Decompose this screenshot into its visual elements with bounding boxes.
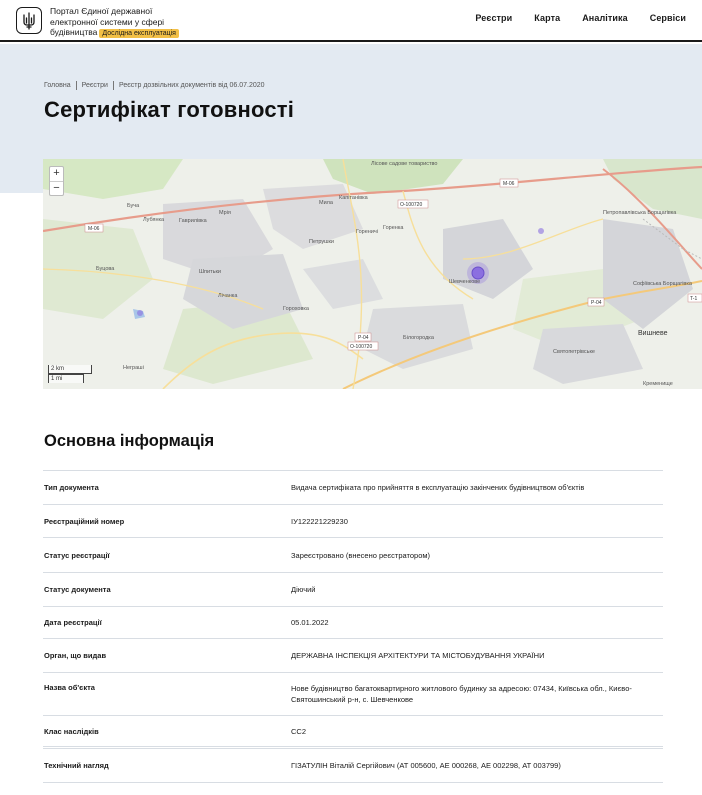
svg-text:Кременище: Кременище <box>643 381 673 387</box>
svg-text:M-06: M-06 <box>88 226 100 232</box>
breadcrumb-current[interactable]: Реєстр дозвільних документів від 06.07.2… <box>119 82 265 89</box>
portal-brand[interactable]: Портал Єдиної державної електронної сист… <box>50 6 220 38</box>
location-marker <box>471 266 485 280</box>
row-value: ІУ122221229230 <box>291 516 348 526</box>
table-row: Технічний нагляд ГІЗАТУЛІН Віталій Сергі… <box>43 749 663 783</box>
svg-text:Білогородка: Білогородка <box>403 335 435 341</box>
breadcrumb-separator <box>75 81 77 90</box>
table-row: Орган, що видав ДЕРЖАВНА ІНСПЕКЦІЯ АРХІТ… <box>43 639 663 673</box>
scale-mi: 1 mi <box>48 374 84 383</box>
svg-text:Лісове садове товариство: Лісове садове товариство <box>371 161 437 167</box>
row-value: ГІЗАТУЛІН Віталій Сергійович (АТ 005600,… <box>291 761 561 770</box>
main-nav: Реєстри Карта Аналітика Сервіси <box>475 13 686 23</box>
row-value: ДЕРЖАВНА ІНСПЕКЦІЯ АРХІТЕКТУРИ ТА МІСТОБ… <box>291 651 545 660</box>
svg-text:Гореничі: Гореничі <box>356 229 378 235</box>
row-key: Реєстраційний номер <box>44 516 125 526</box>
svg-text:Мрія: Мрія <box>219 210 231 216</box>
nav-map[interactable]: Карта <box>534 13 560 23</box>
breadcrumb: Головна Реєстри Реєстр дозвільних докуме… <box>44 81 265 90</box>
svg-text:Святопетрівське: Святопетрівське <box>553 349 595 355</box>
svg-text:Софіївська Борщагівка: Софіївська Борщагівка <box>633 281 693 287</box>
section-title: Основна інформація <box>44 432 215 450</box>
svg-text:Горенка: Горенка <box>383 225 404 231</box>
zoom-in-button[interactable]: + <box>50 167 63 181</box>
svg-text:Лубянка: Лубянка <box>143 217 165 223</box>
nav-services[interactable]: Сервіси <box>650 13 686 23</box>
row-key: Статус документа <box>44 585 111 594</box>
map-scale: 2 km 1 mi <box>48 365 92 383</box>
row-key: Клас наслідків <box>44 726 99 736</box>
table-row: Назва об'єкта Нове будівництво багатоква… <box>43 673 663 716</box>
svg-text:Неграші: Неграші <box>123 365 144 371</box>
row-value: СС2 <box>291 726 307 736</box>
row-value: 05.01.2022 <box>291 618 329 627</box>
svg-text:Буцова: Буцова <box>96 266 115 272</box>
table-row: Реєстраційний номер ІУ122221229230 <box>43 505 663 538</box>
location-map[interactable]: Буча Лубянка Гаврилівка Мрія Мила Капіта… <box>43 159 702 389</box>
row-key: Тип документа <box>44 483 99 492</box>
svg-text:Вишневе: Вишневе <box>638 330 668 337</box>
svg-text:Гаврилівка: Гаврилівка <box>179 218 208 224</box>
nav-analytics[interactable]: Аналітика <box>582 13 628 23</box>
map-canvas[interactable]: Буча Лубянка Гаврилівка Мрія Мила Капіта… <box>43 159 702 389</box>
svg-text:Шпитьки: Шпитьки <box>199 269 221 275</box>
site-header: Портал Єдиної державної електронної сист… <box>0 0 702 42</box>
beta-badge: Дослідна експлуатація <box>99 29 179 38</box>
brand-line-2: електронної системи у сфері <box>50 16 165 27</box>
svg-text:O-100720: O-100720 <box>350 344 372 350</box>
svg-text:Мила: Мила <box>319 200 334 206</box>
row-key: Технічний нагляд <box>44 761 109 770</box>
scale-km: 2 km <box>48 365 92 374</box>
row-value: Зареєстровано (внесено реєстратором) <box>291 550 431 560</box>
breadcrumb-registries[interactable]: Реєстри <box>82 82 108 89</box>
trident-logo-icon[interactable] <box>16 7 42 34</box>
row-key: Орган, що видав <box>44 651 107 660</box>
row-value: Видача сертифіката про прийняття в експл… <box>291 483 585 492</box>
svg-text:M-06: M-06 <box>503 181 515 187</box>
nav-registries[interactable]: Реєстри <box>475 13 512 23</box>
table-row: Статус документа Діючий <box>43 573 663 607</box>
row-value: Нове будівництво багатоквартирного житло… <box>291 684 632 704</box>
svg-text:O-100720: O-100720 <box>400 202 422 208</box>
svg-text:P-04: P-04 <box>358 335 369 341</box>
info-table: Тип документа Видача сертифіката про при… <box>43 470 663 783</box>
row-key: Статус реєстрації <box>44 550 110 560</box>
svg-text:Петрушки: Петрушки <box>309 239 334 245</box>
zoom-out-button[interactable]: − <box>50 181 63 195</box>
svg-text:Гороховка: Гороховка <box>283 306 310 312</box>
svg-text:Шевченкове: Шевченкове <box>449 279 480 285</box>
table-row: Клас наслідків СС2 <box>43 716 663 749</box>
svg-text:Петропавлівська Борщагівка: Петропавлівська Борщагівка <box>603 210 677 216</box>
svg-text:Капітанівка: Капітанівка <box>339 195 369 201</box>
brand-line-3: будівництва <box>50 27 98 37</box>
svg-text:Буча: Буча <box>127 203 140 209</box>
map-zoom-controls: + − <box>49 166 64 196</box>
page-title: Сертифікат готовності <box>44 97 295 122</box>
breadcrumb-separator <box>112 81 114 90</box>
row-key: Дата реєстрації <box>44 618 102 627</box>
row-value: Діючий <box>291 585 316 594</box>
brand-line-1: Портал Єдиної державної <box>50 6 153 16</box>
table-row: Тип документа Видача сертифіката про при… <box>43 471 663 505</box>
svg-text:T-1: T-1 <box>690 296 697 302</box>
table-row: Дата реєстрації 05.01.2022 <box>43 607 663 639</box>
row-key: Назва об'єкта <box>44 683 95 692</box>
breadcrumb-home[interactable]: Головна <box>44 82 71 89</box>
svg-text:Лічанка: Лічанка <box>218 293 238 299</box>
table-row: Статус реєстрації Зареєстровано (внесено… <box>43 538 663 573</box>
svg-text:P-04: P-04 <box>591 300 602 306</box>
